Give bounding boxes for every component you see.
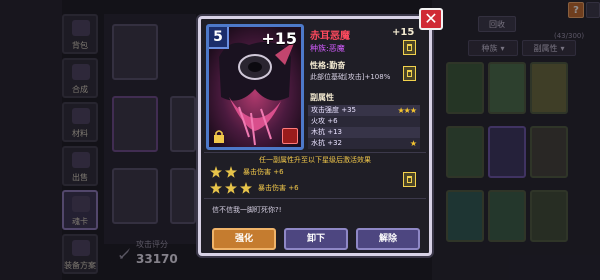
stat-row: 水抗 +32 ★ xyxy=(308,138,420,149)
lock-icon xyxy=(214,130,224,143)
set-bonus-text: 暴击伤害 +6 xyxy=(258,184,299,192)
set-bonus-row: 暴击伤害 +6 xyxy=(210,180,299,196)
stat-text: 攻击强度 +35 xyxy=(311,106,356,114)
unequip-label: 卸下 xyxy=(306,234,325,244)
star-icon xyxy=(210,166,222,178)
divider xyxy=(204,152,426,153)
card-plus-level: +15 xyxy=(261,29,297,48)
set-bonus-row: 暴击伤害 +6 xyxy=(210,164,284,180)
stat-row: 木抗 +13 xyxy=(308,127,420,138)
close-button[interactable]: ✕ xyxy=(419,8,443,30)
stat-text: 火攻 +6 xyxy=(311,117,338,125)
upgrade-button[interactable]: 强化 xyxy=(212,228,276,250)
flavor-text: 信不信我一脚盯死你?! xyxy=(212,206,282,214)
demon-faction-icon xyxy=(282,128,298,144)
card-level-badge: 5 xyxy=(209,27,229,49)
secondary-attr-title: 副属性 xyxy=(310,93,334,102)
lock-toggle-icon[interactable] xyxy=(403,40,416,55)
unequip-button[interactable]: 卸下 xyxy=(284,228,348,250)
trait-description: 此部位基础[攻击]+108% xyxy=(310,73,391,81)
upgrade-label: 强化 xyxy=(234,234,253,244)
star-icon xyxy=(240,182,252,194)
stat-stars: ★ xyxy=(409,139,417,148)
dismantle-label: 解除 xyxy=(378,234,397,244)
lock-toggle-icon[interactable] xyxy=(403,172,416,187)
stat-row: 火攻 +6 xyxy=(308,116,420,127)
divider xyxy=(204,198,426,199)
hero-race: 种族:恶魔 xyxy=(310,44,345,53)
star-icon xyxy=(225,182,237,194)
stat-text: 水抗 +32 xyxy=(311,139,342,147)
stat-stars: ★★★ xyxy=(397,106,416,115)
close-icon: ✕ xyxy=(424,9,438,28)
hero-name: 赤耳恶魔 xyxy=(310,31,350,42)
dismantle-button[interactable]: 解除 xyxy=(356,228,420,250)
lock-toggle-icon[interactable] xyxy=(403,66,416,81)
trait-title: 性格:勤奋 xyxy=(310,61,346,70)
star-icon xyxy=(210,182,222,194)
hero-card-portrait: 5 +15 xyxy=(206,24,304,150)
set-bonus-text: 暴击伤害 +6 xyxy=(243,168,284,176)
stat-row: 攻击强度 +35 ★★★ xyxy=(308,105,420,116)
stat-text: 木抗 +13 xyxy=(311,128,342,136)
star-icon xyxy=(225,166,237,178)
hero-plus-level: +15 xyxy=(392,27,415,38)
